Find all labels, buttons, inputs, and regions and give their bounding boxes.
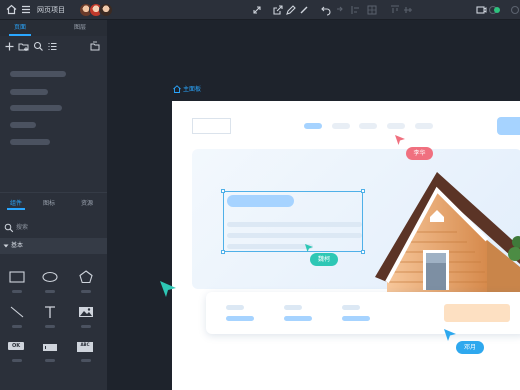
cta-button[interactable] bbox=[497, 117, 520, 135]
ellipse-icon[interactable] bbox=[40, 267, 60, 287]
pen-icon[interactable] bbox=[285, 4, 297, 16]
abc-label: ABC bbox=[80, 342, 90, 347]
align-top-icon[interactable] bbox=[389, 4, 401, 16]
search-input[interactable]: 搜索 bbox=[16, 222, 28, 234]
more-icon[interactable] bbox=[509, 4, 520, 16]
component-label bbox=[45, 325, 55, 328]
collaborator-tag: 李华 bbox=[406, 147, 433, 160]
nav-item[interactable] bbox=[359, 123, 377, 129]
connect-icon[interactable] bbox=[251, 4, 263, 16]
search-icon bbox=[4, 223, 14, 233]
nav-item[interactable] bbox=[415, 123, 433, 129]
tab-pages[interactable]: 页面 bbox=[0, 22, 40, 34]
text-icon[interactable] bbox=[40, 302, 60, 322]
artboard-label[interactable]: 主面板 bbox=[183, 85, 201, 95]
active-tab-indicator bbox=[9, 34, 31, 36]
resize-handle[interactable] bbox=[361, 189, 365, 193]
line-icon[interactable] bbox=[7, 302, 27, 322]
cursor-icon bbox=[160, 281, 176, 297]
top-bar: 网页项目 bbox=[0, 0, 520, 20]
component-label bbox=[45, 290, 55, 293]
text-block-component[interactable]: ABC bbox=[76, 338, 94, 354]
component-label bbox=[81, 359, 91, 362]
card-label bbox=[284, 305, 302, 310]
component-label bbox=[12, 290, 22, 293]
menu-icon[interactable] bbox=[21, 4, 31, 15]
ok-button-component[interactable]: OK bbox=[7, 338, 25, 352]
app-window: 网页项目 页面 图层 组件 图标 资源 搜索 基本 OK ABC 主面板 李华 … bbox=[0, 0, 520, 390]
input-field-icon[interactable] bbox=[40, 338, 60, 358]
home-icon[interactable] bbox=[6, 4, 17, 15]
selection-box[interactable] bbox=[221, 189, 365, 254]
card-value bbox=[342, 316, 370, 321]
card-label bbox=[342, 305, 360, 310]
component-label bbox=[12, 359, 22, 362]
component-search[interactable]: 搜索 bbox=[2, 221, 105, 235]
export-icon[interactable] bbox=[272, 4, 284, 16]
page-item[interactable] bbox=[10, 89, 48, 95]
image-icon[interactable] bbox=[76, 302, 96, 322]
list-icon[interactable] bbox=[47, 41, 58, 52]
cursor-icon bbox=[305, 244, 313, 252]
tab-layers[interactable]: 图层 bbox=[60, 22, 100, 34]
nav-item[interactable] bbox=[387, 123, 405, 129]
component-label bbox=[45, 359, 55, 362]
left-sidebar: 页面 图层 组件 图标 资源 搜索 基本 OK ABC bbox=[0, 20, 107, 390]
cursor-icon bbox=[395, 135, 405, 145]
avatar[interactable] bbox=[99, 3, 113, 17]
card-value bbox=[284, 316, 312, 321]
cursor-icon bbox=[444, 329, 456, 341]
page-toolbar bbox=[0, 40, 107, 54]
page-layer-tabs: 页面 图层 bbox=[0, 20, 107, 36]
home-icon bbox=[173, 85, 181, 93]
page-item[interactable] bbox=[10, 122, 36, 128]
delete-page-icon[interactable] bbox=[90, 41, 101, 52]
preview-icon[interactable] bbox=[475, 4, 487, 16]
pentagon-icon[interactable] bbox=[76, 267, 96, 287]
component-label bbox=[81, 325, 91, 328]
nav-item[interactable] bbox=[304, 123, 322, 129]
rectangle-icon[interactable] bbox=[7, 267, 27, 287]
nav-item[interactable] bbox=[332, 123, 350, 129]
tab-icons[interactable]: 图标 bbox=[34, 198, 64, 210]
component-label bbox=[12, 325, 22, 328]
add-folder-icon[interactable] bbox=[18, 41, 29, 52]
ok-label: OK bbox=[11, 343, 21, 349]
component-label bbox=[81, 290, 91, 293]
search-icon[interactable] bbox=[33, 41, 44, 52]
card-label bbox=[226, 305, 244, 310]
active-tab-indicator bbox=[7, 208, 25, 210]
project-title[interactable]: 网页项目 bbox=[37, 4, 65, 16]
section-label: 基本 bbox=[11, 242, 24, 249]
house-illustration[interactable] bbox=[375, 172, 520, 292]
tab-assets[interactable]: 资源 bbox=[72, 198, 102, 210]
card-value bbox=[226, 316, 254, 321]
resize-handle[interactable] bbox=[221, 189, 225, 193]
sidebar-divider bbox=[0, 192, 107, 193]
distribute-icon[interactable] bbox=[366, 4, 378, 16]
page-item[interactable] bbox=[10, 105, 62, 111]
basic-section-header[interactable]: 基本 bbox=[0, 238, 107, 254]
feature-card[interactable] bbox=[206, 292, 520, 334]
logo-placeholder[interactable] bbox=[192, 118, 231, 134]
collaborator-tag: 邓月 bbox=[456, 341, 484, 354]
redo-icon[interactable] bbox=[332, 4, 344, 16]
collaborator-tag: 魏柯 bbox=[310, 253, 338, 266]
resize-handle[interactable] bbox=[221, 250, 225, 254]
align-left-icon[interactable] bbox=[350, 4, 362, 16]
undo-icon[interactable] bbox=[320, 4, 332, 16]
page-item[interactable] bbox=[10, 71, 66, 77]
online-status-dot bbox=[494, 7, 500, 13]
add-icon[interactable] bbox=[4, 41, 15, 52]
align-center-icon[interactable] bbox=[402, 4, 414, 16]
chevron-down-icon bbox=[3, 244, 9, 248]
pencil-icon[interactable] bbox=[298, 4, 310, 16]
card-button-placeholder[interactable] bbox=[444, 304, 510, 322]
page-item[interactable] bbox=[10, 139, 50, 145]
resize-handle[interactable] bbox=[361, 250, 365, 254]
